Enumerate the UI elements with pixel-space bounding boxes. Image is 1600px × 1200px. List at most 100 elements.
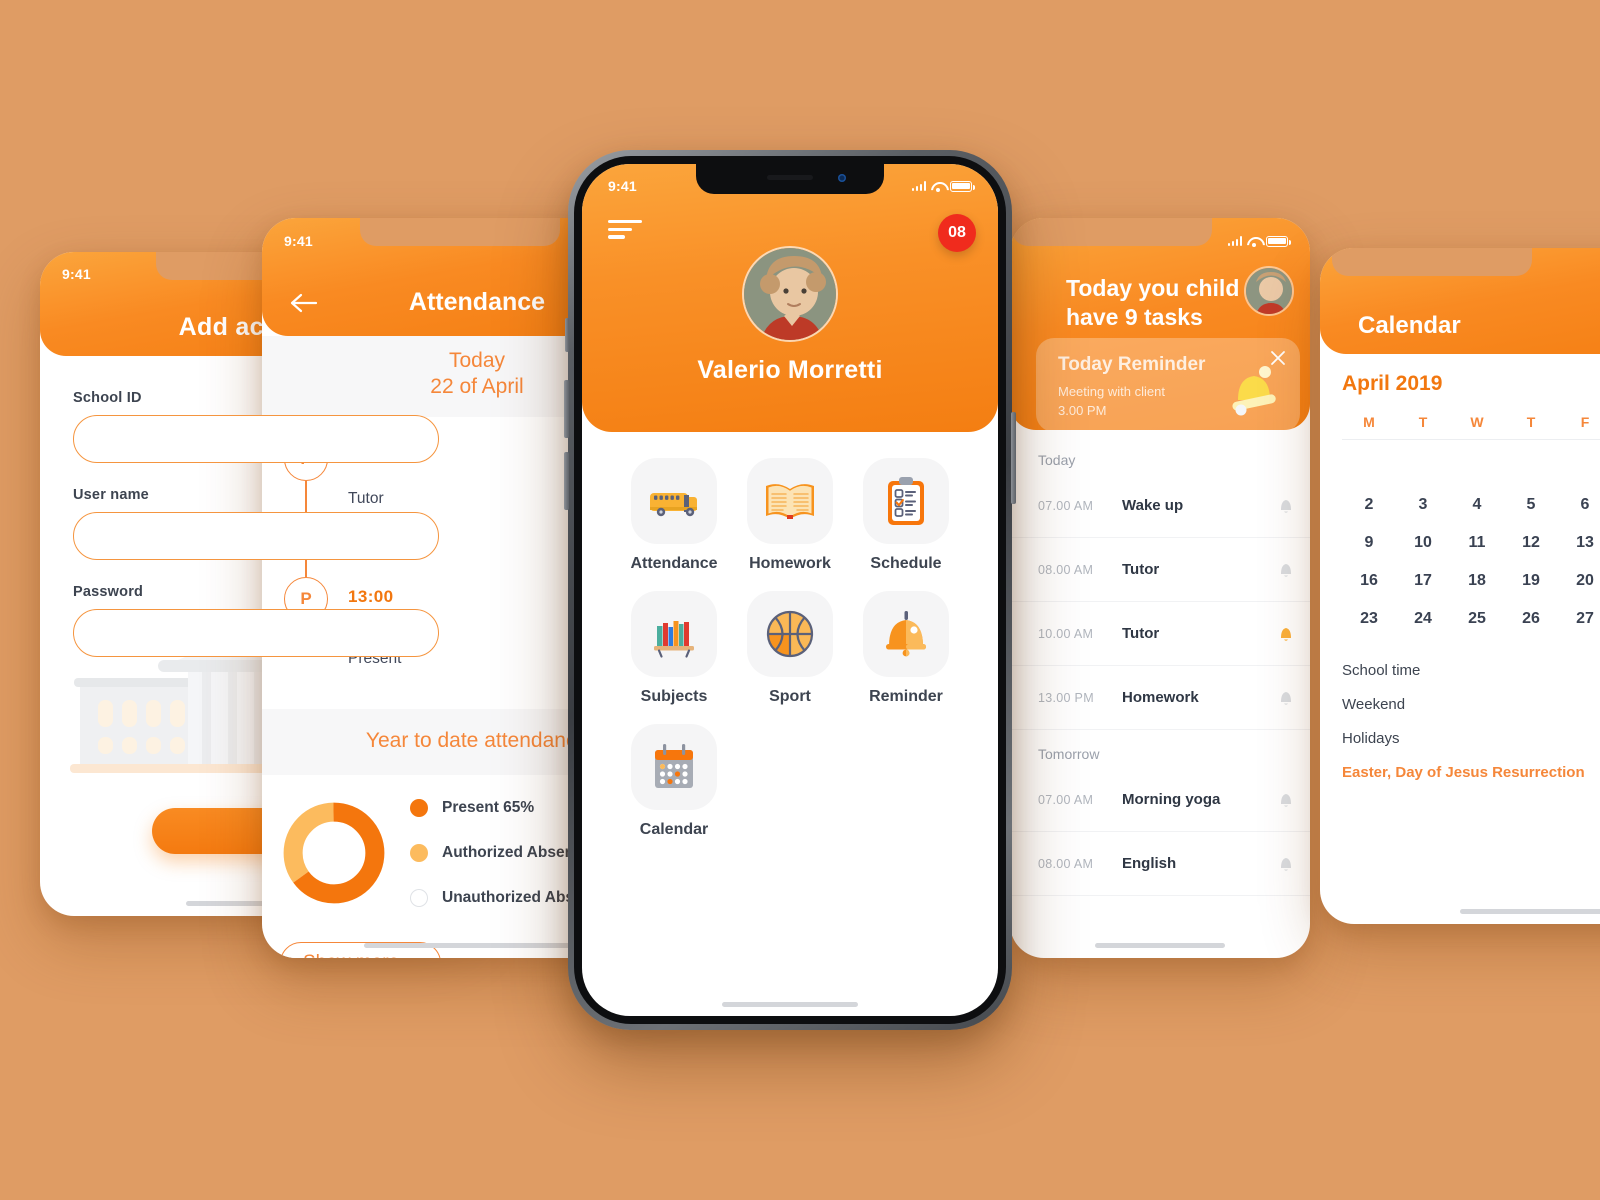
task-row[interactable]: 08.00 AM English [1010,832,1310,896]
mute-switch[interactable] [565,318,569,352]
avatar[interactable] [742,246,838,342]
home-indicator [1095,943,1225,948]
calendar-day-13[interactable]: 13 [1558,528,1600,558]
tile-subjects[interactable]: Subjects [616,591,732,706]
tile-attendance[interactable]: Attendance [616,458,732,573]
avatar[interactable] [1244,266,1294,316]
legend-easter: Easter, Day of Jesus Resurrection [1342,764,1585,781]
calendar-day-9[interactable]: 9 [1342,528,1396,558]
today-reminder-card[interactable]: Today Reminder Meeting with client 3.00 … [1036,338,1300,432]
battery-icon [1266,235,1291,247]
calendar-month-row: April 2019 May 2019 [1342,372,1600,396]
tile-label: Reminder [869,688,943,705]
password-input[interactable] [73,609,439,657]
task-row[interactable]: 08.00 AM Tutor [1010,538,1310,602]
calendar-day-27[interactable]: 27 [1558,604,1600,634]
volume-up-button[interactable] [564,380,569,438]
tasks-headline: Today you child have 9 tasks [1066,275,1240,331]
task-name: English [1122,855,1177,872]
school-id-input[interactable] [73,415,439,463]
notifications-badge[interactable]: 08 [938,214,976,252]
calendar-day-18[interactable]: 18 [1450,566,1504,596]
task-row[interactable]: 13.00 PM Homework [1010,666,1310,730]
calendar-weekday-header: M T W T F S S [1342,414,1600,440]
alarm-bell-icon[interactable] [1278,689,1294,707]
current-month[interactable]: April 2019 [1342,372,1442,396]
tasks-list: Today 07.00 AM Wake up 08.00 AM Tutor 10… [1010,430,1310,896]
calendar-day-25[interactable]: 25 [1450,604,1504,634]
calendar-day-26[interactable]: 26 [1504,604,1558,634]
calendar-day-17[interactable]: 17 [1396,566,1450,596]
calendar-day-5[interactable]: 5 [1504,490,1558,520]
task-time: 08.00 AM [1038,856,1094,871]
calendar-day-4[interactable]: 4 [1450,490,1504,520]
status-icons [911,180,975,192]
calendar-day-2[interactable]: 2 [1342,490,1396,520]
calendar-header: Calendar [1320,248,1600,354]
tile-schedule[interactable]: Schedule [848,458,964,573]
calendar-day-11[interactable]: 11 [1450,528,1504,558]
calendar-day-19[interactable]: 19 [1504,566,1558,596]
wifi-icon [1247,236,1261,247]
alarm-bell-icon-active[interactable] [1278,625,1294,643]
bell-icon [886,611,926,657]
calendar-day-blank [1558,452,1600,482]
power-button[interactable] [1011,412,1016,504]
legend-school-time: School time [1342,662,1421,679]
calendar-day-12[interactable]: 12 [1504,528,1558,558]
task-row[interactable]: 10.00 AM Tutor [1010,602,1310,666]
legend-swatch-present [410,798,428,817]
calendar-day-24[interactable]: 24 [1396,604,1450,634]
tile-icon-box [863,458,949,544]
tile-label: Homework [749,555,831,572]
tile-icon-box [863,591,949,677]
tile-sport[interactable]: Sport [732,591,848,706]
tile-reminder[interactable]: Reminder [848,591,964,706]
home-hero-header: 9:41 08 Valerio Morretti [582,164,998,432]
alarm-bell-icon[interactable] [1278,561,1294,579]
hamburger-menu-icon[interactable] [608,220,642,239]
poster-stage: 9:41 Add account School ID User name Pas… [0,0,1600,1200]
dow-label: T [1526,414,1536,430]
front-camera [838,174,846,182]
section-label-tomorrow: Tomorrow [1038,746,1100,762]
tile-label: Sport [769,688,811,705]
field-password: Password [73,584,439,657]
calendar-day-16[interactable]: 16 [1342,566,1396,596]
legend-weekend: Weekend [1342,696,1406,713]
task-name: Wake up [1122,497,1184,514]
calendar-day-6[interactable]: 6 [1558,490,1600,520]
calendar-day-10[interactable]: 10 [1396,528,1450,558]
basketball-icon [766,610,814,658]
volume-down-button[interactable] [564,452,569,510]
home-indicator [722,1002,858,1007]
tile-label: Calendar [639,821,709,838]
task-time: 13.00 PM [1038,690,1094,705]
alarm-bell-icon[interactable] [1278,855,1294,873]
calendar-day-blank [1504,452,1558,482]
tasks-header: Today you child have 9 tasks Today Remin… [1010,218,1310,432]
alarm-bell-icon[interactable] [1278,497,1294,515]
cellular-signal-icon [1227,236,1242,246]
page-title: Calendar [1358,312,1461,339]
cellular-signal-icon [911,181,926,191]
screen-calendar: Calendar April 2019 May 2019 M T W T F S… [1320,248,1600,924]
calendar-day-3[interactable]: 3 [1396,490,1450,520]
device-screen: 9:41 08 Valerio Morretti Attendance Home… [582,164,998,1016]
field-label: User name [73,487,149,503]
task-name: Morning yoga [1122,791,1221,808]
tile-calendar[interactable]: Calendar [616,724,732,839]
task-row[interactable]: 07.00 AM Wake up [1010,474,1310,538]
tile-homework[interactable]: Homework [732,458,848,573]
alarm-bell-icon[interactable] [1278,791,1294,809]
calendar-day-20[interactable]: 20 [1558,566,1600,596]
task-name: Tutor [1122,625,1160,642]
calendar-day-23[interactable]: 23 [1342,604,1396,634]
legend-swatch-unauthorized [410,888,428,907]
tile-icon-box [631,724,717,810]
task-row[interactable]: 07.00 AM Morning yoga [1010,768,1310,832]
status-bar [1320,248,1600,292]
user-name-input[interactable] [73,512,439,560]
add-account-form: School ID User name Password [40,356,472,657]
bell-icon [1232,366,1276,416]
